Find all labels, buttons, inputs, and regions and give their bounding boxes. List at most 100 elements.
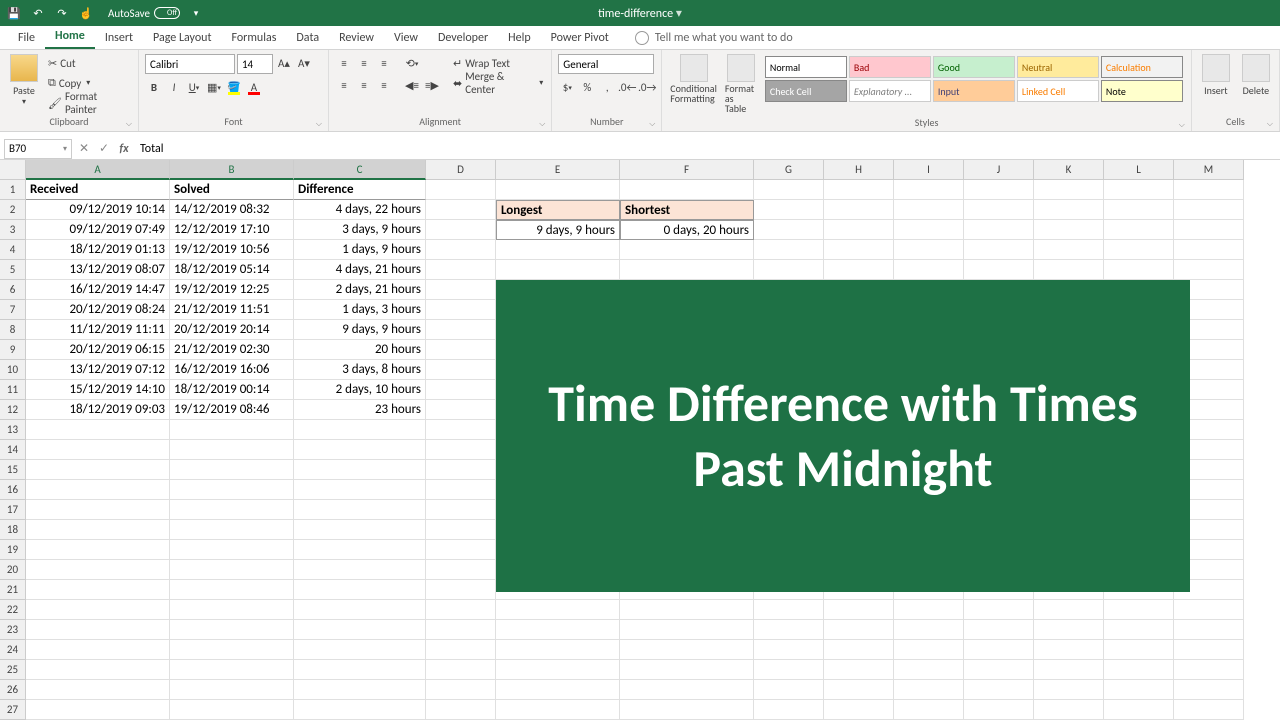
decrease-decimal-icon[interactable]: .0→ <box>638 78 656 96</box>
row-header-14[interactable]: 14 <box>0 440 26 460</box>
col-header-K[interactable]: K <box>1034 160 1104 180</box>
autosave-toggle[interactable]: AutoSave Off <box>108 7 180 20</box>
align-bottom-icon[interactable]: ≡ <box>375 54 393 72</box>
font-color-button[interactable]: A <box>245 78 263 96</box>
cell-A10[interactable]: 13/12/2019 07:12 <box>26 360 170 380</box>
row-header-8[interactable]: 8 <box>0 320 26 340</box>
cell-C12[interactable]: 23 hours <box>294 400 426 420</box>
cell-A2[interactable]: 09/12/2019 10:14 <box>26 200 170 220</box>
row-header-27[interactable]: 27 <box>0 700 26 720</box>
cell-A4[interactable]: 18/12/2019 01:13 <box>26 240 170 260</box>
comma-format-icon[interactable]: , <box>598 78 616 96</box>
fx-icon[interactable]: fx <box>114 139 134 159</box>
row-header-23[interactable]: 23 <box>0 620 26 640</box>
row-header-5[interactable]: 5 <box>0 260 26 280</box>
tab-insert[interactable]: Insert <box>95 27 143 49</box>
col-header-C[interactable]: C <box>294 160 426 180</box>
paste-button[interactable]: Paste ▾ <box>6 54 42 107</box>
cell-styles-gallery[interactable]: NormalBadGoodNeutralCalculationCheck Cel… <box>763 54 1185 104</box>
row-header-18[interactable]: 18 <box>0 520 26 540</box>
style-good[interactable]: Good <box>933 56 1015 78</box>
align-top-icon[interactable]: ≡ <box>335 54 353 72</box>
cell-A9[interactable]: 20/12/2019 06:15 <box>26 340 170 360</box>
cell-C2[interactable]: 4 days, 22 hours <box>294 200 426 220</box>
style-note[interactable]: Note <box>1101 80 1183 102</box>
orientation-icon[interactable]: ⟲▾ <box>403 54 421 72</box>
tab-review[interactable]: Review <box>329 27 384 49</box>
increase-font-icon[interactable]: A▴ <box>275 54 293 72</box>
row-header-7[interactable]: 7 <box>0 300 26 320</box>
row-header-20[interactable]: 20 <box>0 560 26 580</box>
cell-C7[interactable]: 1 days, 3 hours <box>294 300 426 320</box>
cell-B10[interactable]: 16/12/2019 16:06 <box>170 360 294 380</box>
cell-C10[interactable]: 3 days, 8 hours <box>294 360 426 380</box>
cell-A3[interactable]: 09/12/2019 07:49 <box>26 220 170 240</box>
align-left-icon[interactable]: ≡ <box>335 76 353 94</box>
cut-button[interactable]: ✂Cut <box>46 54 132 72</box>
touch-mode-icon[interactable]: ☝ <box>78 5 94 21</box>
col-header-B[interactable]: B <box>170 160 294 180</box>
cell-B4[interactable]: 19/12/2019 10:56 <box>170 240 294 260</box>
cell-F3[interactable]: 0 days, 20 hours <box>620 220 754 240</box>
increase-indent-icon[interactable]: ≡▶ <box>423 76 441 94</box>
style-bad[interactable]: Bad <box>849 56 931 78</box>
row-header-2[interactable]: 2 <box>0 200 26 220</box>
row-header-16[interactable]: 16 <box>0 480 26 500</box>
col-header-F[interactable]: F <box>620 160 754 180</box>
cell-A8[interactable]: 11/12/2019 11:11 <box>26 320 170 340</box>
style-linked-cell[interactable]: Linked Cell <box>1017 80 1099 102</box>
style-input[interactable]: Input <box>933 80 1015 102</box>
row-header-12[interactable]: 12 <box>0 400 26 420</box>
percent-format-icon[interactable]: % <box>578 78 596 96</box>
row-header-11[interactable]: 11 <box>0 380 26 400</box>
tab-formulas[interactable]: Formulas <box>221 27 286 49</box>
column-headers[interactable]: ABCDEFGHIJKLM <box>26 160 1244 180</box>
fill-color-button[interactable]: 🪣 <box>225 78 243 96</box>
cell-B1[interactable]: Solved <box>170 180 294 200</box>
underline-button[interactable]: U▾ <box>185 78 203 96</box>
cell-C1[interactable]: Difference <box>294 180 426 200</box>
decrease-font-icon[interactable]: A▾ <box>295 54 313 72</box>
style-calculation[interactable]: Calculation <box>1101 56 1183 78</box>
align-center-icon[interactable]: ≡ <box>355 76 373 94</box>
col-header-G[interactable]: G <box>754 160 824 180</box>
cell-B7[interactable]: 21/12/2019 11:51 <box>170 300 294 320</box>
italic-button[interactable]: I <box>165 78 183 96</box>
style-neutral[interactable]: Neutral <box>1017 56 1099 78</box>
cancel-formula-icon[interactable]: ✕ <box>74 139 94 159</box>
cell-B9[interactable]: 21/12/2019 02:30 <box>170 340 294 360</box>
cell-E3[interactable]: 9 days, 9 hours <box>496 220 620 240</box>
tab-help[interactable]: Help <box>498 27 541 49</box>
row-header-17[interactable]: 17 <box>0 500 26 520</box>
tab-developer[interactable]: Developer <box>428 27 498 49</box>
cell-C6[interactable]: 2 days, 21 hours <box>294 280 426 300</box>
cell-C3[interactable]: 3 days, 9 hours <box>294 220 426 240</box>
undo-icon[interactable]: ↶ <box>30 5 46 21</box>
merge-center-button[interactable]: ⬌Merge & Center▾ <box>451 74 545 92</box>
col-header-L[interactable]: L <box>1104 160 1174 180</box>
tab-home[interactable]: Home <box>45 25 95 49</box>
style-check-cell[interactable]: Check Cell <box>765 80 847 102</box>
cell-B8[interactable]: 20/12/2019 20:14 <box>170 320 294 340</box>
cell-C11[interactable]: 2 days, 10 hours <box>294 380 426 400</box>
row-header-1[interactable]: 1 <box>0 180 26 200</box>
cell-A7[interactable]: 20/12/2019 08:24 <box>26 300 170 320</box>
row-header-24[interactable]: 24 <box>0 640 26 660</box>
row-header-22[interactable]: 22 <box>0 600 26 620</box>
align-right-icon[interactable]: ≡ <box>375 76 393 94</box>
enter-formula-icon[interactable]: ✓ <box>94 139 114 159</box>
font-size-select[interactable] <box>237 54 273 74</box>
increase-decimal-icon[interactable]: .0← <box>618 78 636 96</box>
save-icon[interactable]: 💾 <box>6 5 22 21</box>
row-header-26[interactable]: 26 <box>0 680 26 700</box>
align-middle-icon[interactable]: ≡ <box>355 54 373 72</box>
qat-customize-icon[interactable]: ▾ <box>188 5 204 21</box>
name-box[interactable]: B70 <box>4 139 72 159</box>
col-header-D[interactable]: D <box>426 160 496 180</box>
row-header-4[interactable]: 4 <box>0 240 26 260</box>
format-as-table-button[interactable]: Format as Table <box>723 54 759 114</box>
tell-me-search[interactable]: Tell me what you want to do <box>631 27 797 49</box>
select-all-corner[interactable] <box>0 160 26 180</box>
cell-B11[interactable]: 18/12/2019 00:14 <box>170 380 294 400</box>
row-header-19[interactable]: 19 <box>0 540 26 560</box>
